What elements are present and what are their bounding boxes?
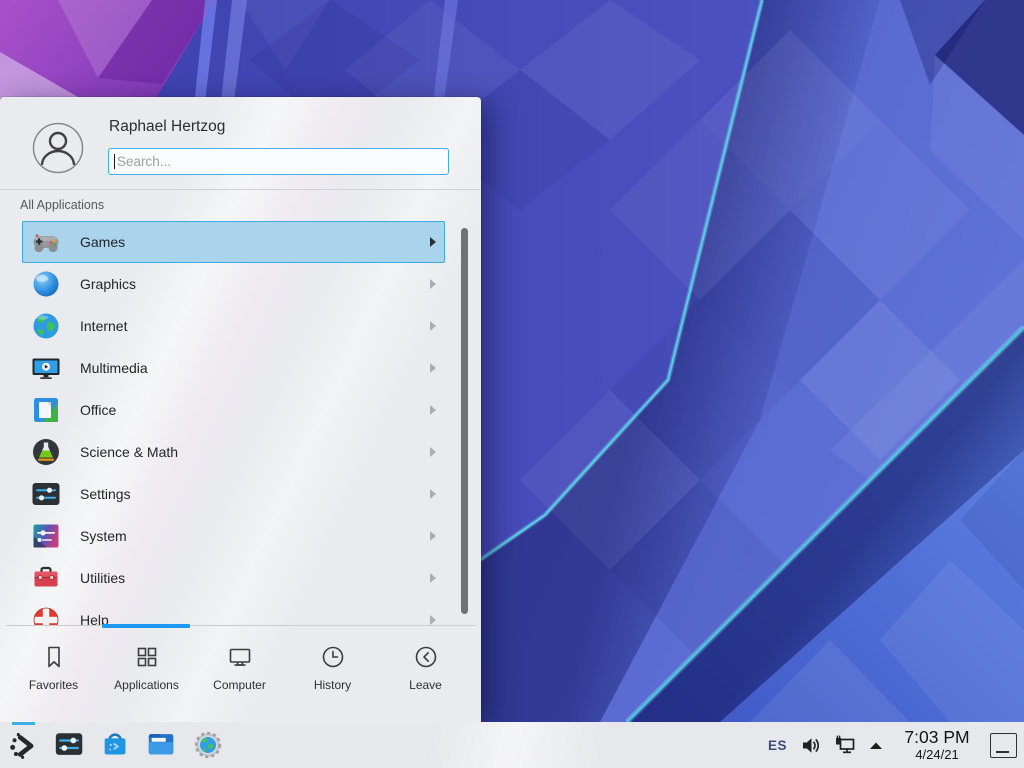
application-launcher-menu: Raphael Hertzog All Applications	[0, 97, 481, 722]
category-graphics[interactable]: Graphics	[22, 263, 445, 305]
clock-time: 7:03 PM	[897, 728, 977, 747]
category-list: Games Graphics	[0, 221, 481, 625]
category-label: Multimedia	[80, 360, 148, 376]
submenu-arrow-icon	[430, 489, 436, 499]
active-tab-indicator	[102, 624, 190, 628]
tabbar-divider	[6, 625, 475, 626]
system-settings-button[interactable]	[52, 722, 88, 768]
games-icon	[30, 226, 62, 258]
active-app-indicator	[12, 722, 35, 725]
submenu-arrow-icon	[430, 405, 436, 415]
desktop: Raphael Hertzog All Applications	[0, 0, 1024, 768]
tab-history[interactable]: History	[286, 630, 379, 722]
discover-button[interactable]	[98, 722, 134, 768]
category-label: Graphics	[80, 276, 136, 292]
kickoff-launcher-icon	[7, 728, 41, 762]
multimedia-icon	[30, 352, 62, 384]
category-help[interactable]: Help	[22, 599, 445, 625]
volume-icon[interactable]	[800, 735, 821, 756]
header-divider	[0, 189, 481, 190]
search-input[interactable]	[108, 148, 449, 175]
category-system[interactable]: System	[22, 515, 445, 557]
dolphin-file-manager-icon	[145, 728, 179, 762]
category-science-math[interactable]: Science & Math	[22, 431, 445, 473]
tab-leave[interactable]: Leave	[379, 630, 472, 722]
history-icon	[319, 643, 347, 671]
category-label: Utilities	[80, 570, 125, 586]
konqueror-browser-button[interactable]	[190, 722, 226, 768]
application-launcher-button[interactable]	[6, 722, 42, 768]
category-settings[interactable]: Settings	[22, 473, 445, 515]
category-utilities[interactable]: Utilities	[22, 557, 445, 599]
submenu-arrow-icon	[430, 279, 436, 289]
digital-clock[interactable]: 7:03 PM 4/24/21	[897, 728, 977, 762]
discover-icon	[99, 728, 133, 762]
submenu-arrow-icon	[430, 237, 436, 247]
search-field	[108, 148, 449, 175]
internet-icon	[30, 310, 62, 342]
favorites-icon	[40, 643, 68, 671]
submenu-arrow-icon	[430, 573, 436, 583]
submenu-arrow-icon	[430, 447, 436, 457]
submenu-arrow-icon	[430, 615, 436, 625]
category-label: Science & Math	[80, 444, 178, 460]
tab-label: Computer	[213, 678, 266, 692]
taskbar-panel: ES	[0, 722, 1024, 768]
category-multimedia[interactable]: Multimedia	[22, 347, 445, 389]
category-label: Games	[80, 234, 125, 250]
graphics-icon	[30, 268, 62, 300]
tab-label: History	[314, 678, 351, 692]
dolphin-file-manager-button[interactable]	[144, 722, 180, 768]
category-label: Settings	[80, 486, 131, 502]
science-math-icon	[30, 436, 62, 468]
submenu-arrow-icon	[430, 531, 436, 541]
system-settings-icon	[53, 728, 87, 762]
expand-tray-icon[interactable]	[869, 741, 883, 750]
user-name: Raphael Hertzog	[109, 118, 225, 136]
taskbar-app-icons	[6, 722, 226, 768]
submenu-arrow-icon	[430, 321, 436, 331]
submenu-arrow-icon	[430, 363, 436, 373]
help-icon	[30, 604, 62, 625]
leave-icon	[412, 643, 440, 671]
utilities-icon	[30, 562, 62, 594]
user-avatar-icon	[32, 122, 84, 174]
category-internet[interactable]: Internet	[22, 305, 445, 347]
tab-computer[interactable]: Computer	[193, 630, 286, 722]
tab-applications[interactable]: Applications	[100, 630, 193, 722]
system-tray: ES	[768, 734, 883, 756]
settings-icon	[30, 478, 62, 510]
show-desktop-button[interactable]	[990, 733, 1017, 758]
category-games[interactable]: Games	[22, 221, 445, 263]
clock-date: 4/24/21	[897, 747, 977, 762]
tab-label: Leave	[409, 678, 442, 692]
scrollbar[interactable]	[461, 228, 468, 614]
category-label: Internet	[80, 318, 127, 334]
category-label: Office	[80, 402, 116, 418]
keyboard-layout-indicator[interactable]: ES	[768, 738, 787, 753]
category-label: System	[80, 528, 127, 544]
tab-bar: Favorites Applications	[7, 630, 472, 722]
tab-favorites[interactable]: Favorites	[7, 630, 100, 722]
network-icon[interactable]	[834, 734, 856, 756]
tab-label: Applications	[114, 678, 179, 692]
section-label: All Applications	[20, 198, 104, 212]
applications-icon	[133, 643, 161, 671]
tab-label: Favorites	[29, 678, 78, 692]
show-desktop-icon	[996, 751, 1009, 753]
computer-icon	[226, 643, 254, 671]
konqueror-browser-icon	[191, 728, 225, 762]
launcher-header: Raphael Hertzog	[0, 97, 481, 189]
category-office[interactable]: Office	[22, 389, 445, 431]
text-cursor	[114, 154, 115, 169]
office-icon	[30, 394, 62, 426]
system-icon	[30, 520, 62, 552]
